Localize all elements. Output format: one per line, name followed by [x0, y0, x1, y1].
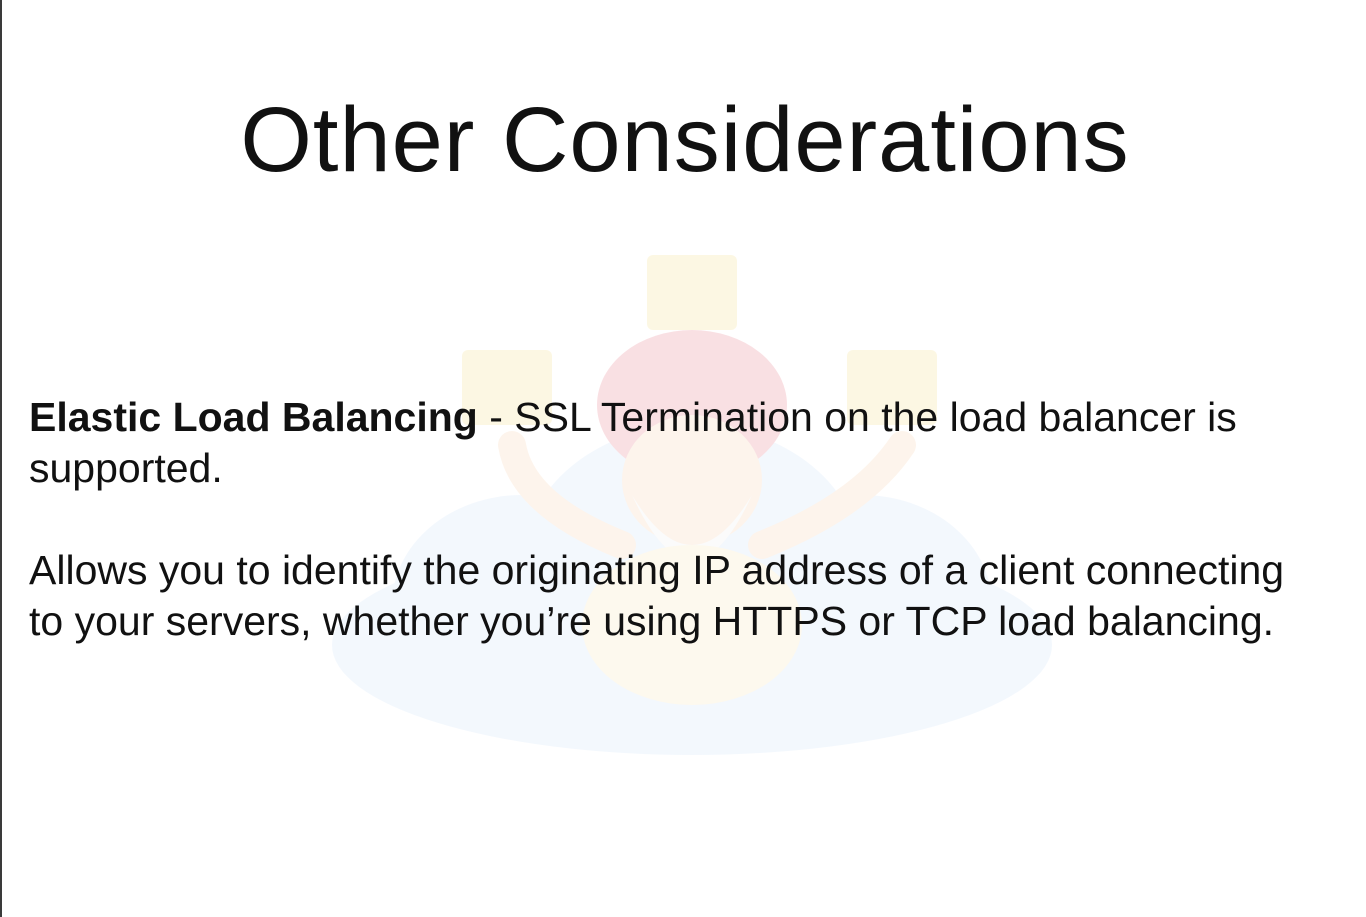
- originating-ip-paragraph: Allows you to identify the originating I…: [29, 547, 1285, 644]
- slide-title: Other Considerations: [240, 89, 1130, 191]
- paragraph-bold-lead: Elastic Load Balancing: [29, 394, 478, 440]
- elastic-load-balancing-paragraph: Elastic Load Balancing - SSL Termination…: [29, 392, 1329, 494]
- presentation-slide: Other Considerations Elastic Load Balanc…: [0, 0, 1366, 917]
- paragraph-separator: -: [477, 394, 515, 440]
- slide-body: Elastic Load Balancing - SSL Termination…: [29, 392, 1329, 647]
